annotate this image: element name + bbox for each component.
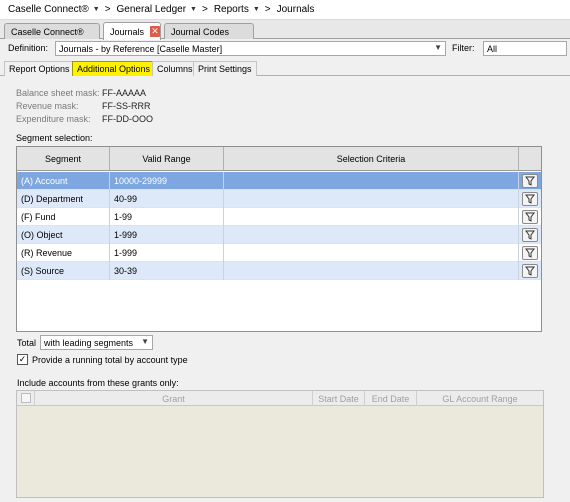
breadcrumb-label: Reports (213, 4, 249, 15)
table-row[interactable]: (F) Fund 1-99 (17, 208, 541, 226)
chevron-down-icon[interactable]: ▼ (434, 43, 442, 52)
tab-journal-codes[interactable]: Journal Codes (164, 23, 254, 39)
breadcrumb-item-general-ledger[interactable]: General Ledger ▼ (117, 4, 200, 15)
valid-range-cell: 40-99 (110, 190, 224, 208)
running-total-checkbox[interactable]: ✓ (17, 354, 28, 365)
segment-cell: (F) Fund (17, 208, 110, 226)
chevron-down-icon[interactable]: ▼ (253, 6, 260, 13)
total-value: with leading segments (44, 337, 134, 348)
definition-select[interactable]: Journals - by Reference [Caselle Master]… (55, 41, 446, 56)
breadcrumb-label: Caselle Connect® (8, 4, 89, 15)
option-tabs: Report Options Additional Options Column… (0, 61, 570, 76)
tab-label: Print Settings (198, 64, 252, 74)
column-header-selection-criteria[interactable]: Selection Criteria (224, 147, 519, 171)
close-icon[interactable]: ✕ (150, 26, 160, 37)
column-header-start-date[interactable]: Start Date (313, 391, 365, 406)
segment-grid: Segment Valid Range Selection Criteria (… (16, 146, 542, 332)
breadcrumb-separator-icon: > (104, 4, 111, 15)
tab-print-settings[interactable]: Print Settings (193, 61, 257, 76)
select-all-column (17, 391, 35, 406)
breadcrumb-label: General Ledger (116, 4, 187, 15)
grid-header: Segment Valid Range Selection Criteria (17, 147, 541, 171)
valid-range-cell: 1-99 (110, 208, 224, 226)
expenditure-mask-value: FF-DD-OOO (102, 114, 153, 124)
chevron-down-icon[interactable]: ▼ (93, 6, 100, 13)
column-header-valid-range[interactable]: Valid Range (110, 147, 224, 171)
tab-report-options[interactable]: Report Options (4, 61, 75, 76)
grants-grid: Grant Start Date End Date GL Account Ran… (16, 390, 544, 498)
tab-label: Journals (110, 26, 145, 37)
tab-journals[interactable]: Journals ✕ (103, 22, 161, 40)
grants-grid-header: Grant Start Date End Date GL Account Ran… (17, 391, 543, 406)
breadcrumb-separator-icon: > (201, 4, 208, 15)
valid-range-cell: 10000-29999 (110, 172, 224, 190)
column-header-end-date[interactable]: End Date (365, 391, 417, 406)
breadcrumb-label: Journals (276, 4, 315, 15)
table-row[interactable]: (O) Object 1-999 (17, 226, 541, 244)
filter-label: Filter: (452, 43, 475, 53)
definition-label: Definition: (8, 43, 49, 53)
table-row[interactable]: (S) Source 30-39 (17, 262, 541, 280)
expenditure-mask-label: Expenditure mask: (16, 114, 91, 124)
running-total-label[interactable]: Provide a running total by account type (32, 355, 188, 365)
tab-additional-options[interactable]: Additional Options (72, 61, 156, 76)
revenue-mask-label: Revenue mask: (16, 101, 79, 111)
selection-criteria-cell[interactable] (224, 262, 519, 280)
balance-sheet-mask-value: FF-AAAAA (102, 88, 147, 98)
tab-columns[interactable]: Columns (152, 61, 198, 76)
filter-icon[interactable] (522, 264, 538, 278)
breadcrumb-item-reports[interactable]: Reports ▼ (214, 4, 263, 15)
table-row[interactable]: (D) Department 40-99 (17, 190, 541, 208)
filter-icon[interactable] (522, 246, 538, 260)
select-all-checkbox[interactable] (21, 393, 31, 403)
tab-label: Caselle Connect® (11, 26, 84, 37)
segment-cell: (D) Department (17, 190, 110, 208)
tab-label: Journal Codes (171, 26, 230, 37)
definition-bar: Definition: Journals - by Reference [Cas… (0, 39, 570, 58)
breadcrumb-item-caselle-connect[interactable]: Caselle Connect® ▼ (8, 4, 103, 15)
valid-range-cell: 1-999 (110, 244, 224, 262)
selection-criteria-cell[interactable] (224, 172, 519, 190)
segment-cell: (R) Revenue (17, 244, 110, 262)
selection-criteria-cell[interactable] (224, 208, 519, 226)
column-header-grant[interactable]: Grant (35, 391, 313, 406)
valid-range-cell: 30-39 (110, 262, 224, 280)
filter-icon[interactable] (522, 192, 538, 206)
document-tabs: Caselle Connect® Journals ✕ Journal Code… (0, 20, 570, 40)
definition-value: Journals - by Reference [Caselle Master] (59, 43, 223, 54)
column-header-gl-account-range[interactable]: GL Account Range (417, 391, 543, 406)
revenue-mask-value: FF-SS-RRR (102, 101, 151, 111)
column-header-filter (519, 147, 541, 171)
tab-label: Report Options (9, 64, 70, 74)
filter-icon[interactable] (522, 228, 538, 242)
filter-select[interactable]: All (483, 41, 567, 56)
selection-criteria-cell[interactable] (224, 190, 519, 208)
breadcrumb-separator-icon: > (264, 4, 271, 15)
breadcrumb: Caselle Connect® ▼ > General Ledger ▼ > … (0, 0, 570, 20)
chevron-down-icon[interactable]: ▼ (141, 337, 149, 346)
filter-icon[interactable] (522, 174, 538, 188)
balance-sheet-mask-label: Balance sheet mask: (16, 88, 100, 98)
column-header-segment[interactable]: Segment (17, 147, 110, 171)
grants-label: Include accounts from these grants only: (17, 378, 179, 388)
total-select[interactable]: with leading segments ▼ (40, 335, 153, 350)
filter-value: All (487, 43, 498, 54)
segment-cell: (O) Object (17, 226, 110, 244)
tab-caselle-connect[interactable]: Caselle Connect® (4, 23, 100, 39)
tab-label: Columns (157, 64, 193, 74)
selection-criteria-cell[interactable] (224, 226, 519, 244)
filter-icon[interactable] (522, 210, 538, 224)
breadcrumb-item-journals: Journals (277, 4, 315, 15)
tab-label: Additional Options (77, 64, 151, 74)
table-row[interactable]: (A) Account 10000-29999 (17, 172, 541, 190)
segment-selection-label: Segment selection: (16, 133, 93, 143)
selection-criteria-cell[interactable] (224, 244, 519, 262)
chevron-down-icon[interactable]: ▼ (190, 6, 197, 13)
total-label: Total (17, 338, 37, 348)
table-row[interactable]: (R) Revenue 1-999 (17, 244, 541, 262)
segment-cell: (A) Account (17, 172, 110, 190)
segment-cell: (S) Source (17, 262, 110, 280)
valid-range-cell: 1-999 (110, 226, 224, 244)
